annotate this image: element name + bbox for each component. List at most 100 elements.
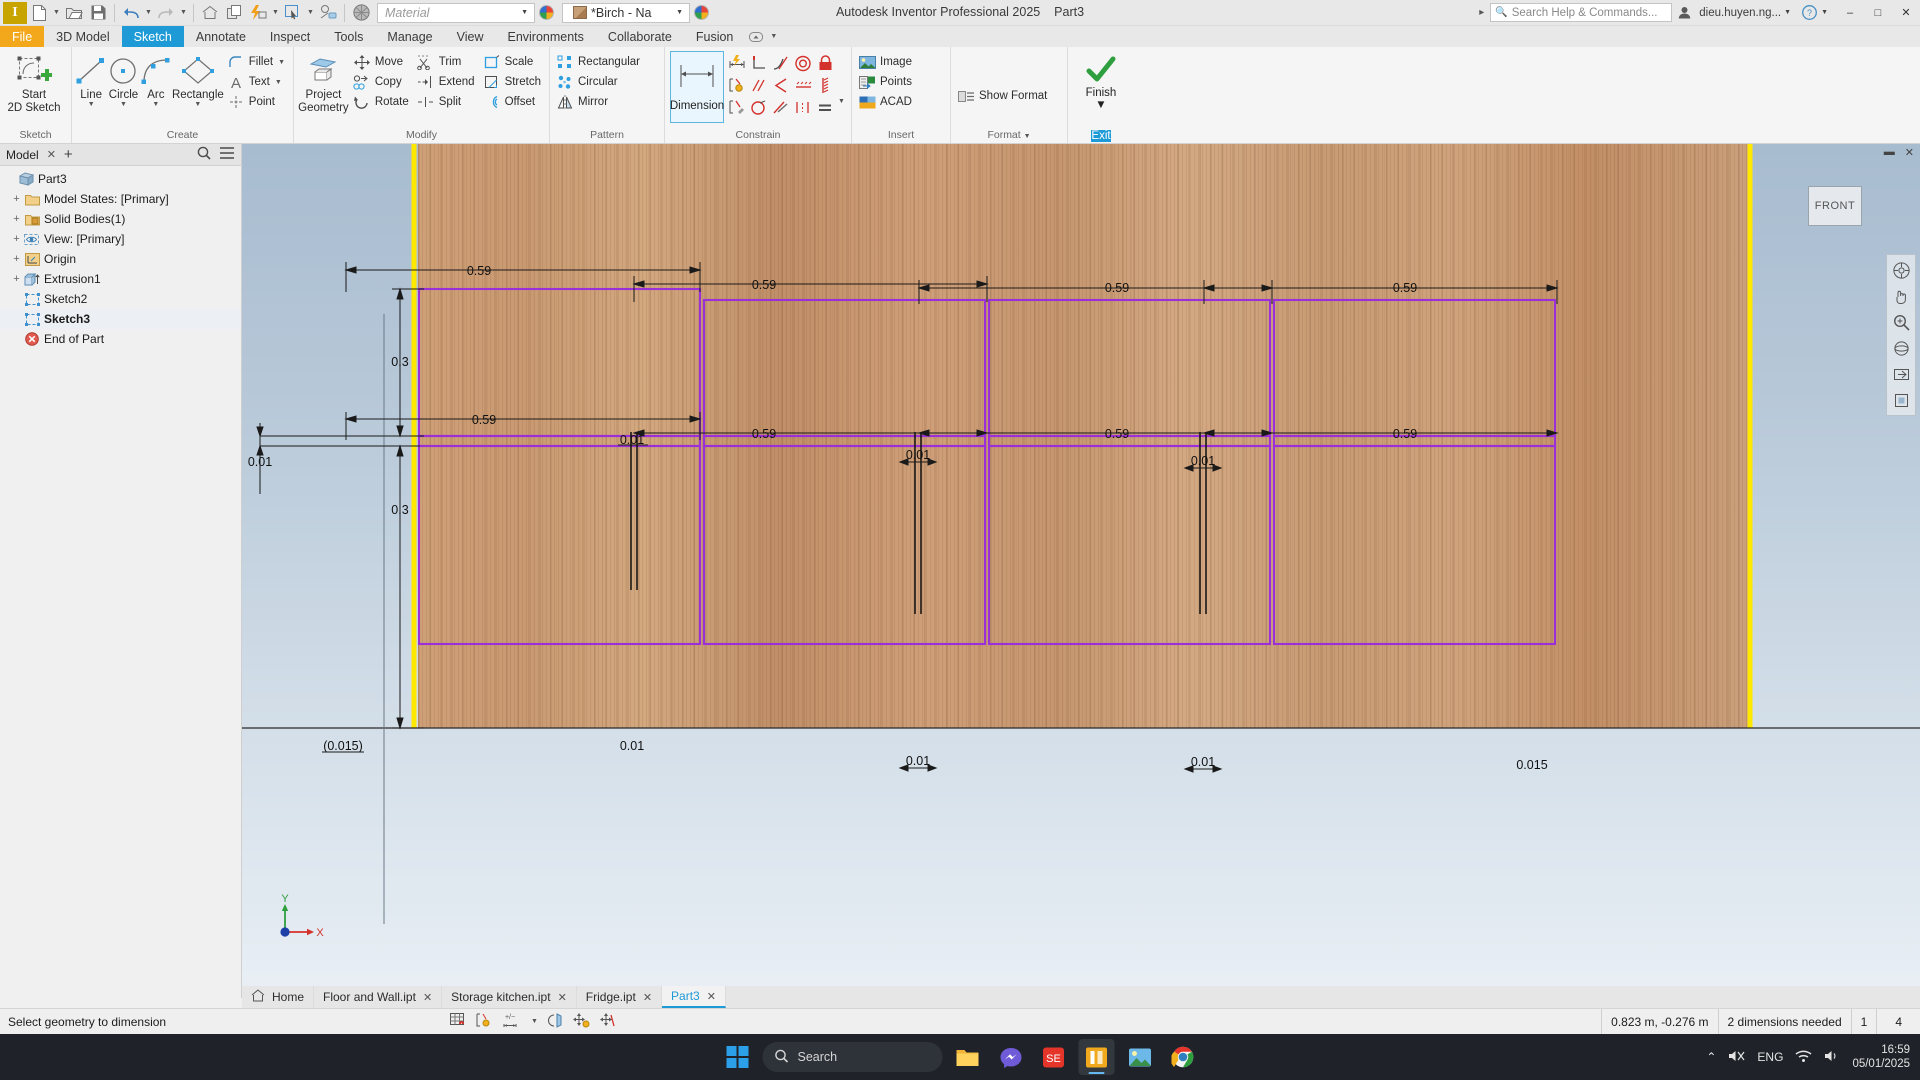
rotate-button[interactable]: Rotate xyxy=(350,92,414,112)
select-dropdown-icon[interactable]: ▼ xyxy=(305,1,316,25)
update-dropdown-icon[interactable]: ▼ xyxy=(270,1,281,25)
dimension-label-bottom-3[interactable]: 0.01 xyxy=(1191,755,1215,769)
user-avatar-icon[interactable] xyxy=(1672,1,1696,25)
ribbon-tab-inspect[interactable]: Inspect xyxy=(258,26,322,47)
hamburger-icon[interactable] xyxy=(220,147,234,162)
smooth-icon[interactable] xyxy=(770,96,792,118)
finish-dropdown-icon[interactable]: ▼ xyxy=(1095,99,1106,111)
chevron-down-icon[interactable]: ▼ xyxy=(531,1018,538,1025)
fix-icon[interactable] xyxy=(814,52,836,74)
messenger-icon[interactable] xyxy=(993,1039,1029,1075)
concentric-icon[interactable] xyxy=(792,52,814,74)
language-indicator[interactable]: ENG xyxy=(1757,1050,1783,1064)
show-constraints-icon[interactable] xyxy=(726,74,748,96)
auto-dimension-icon[interactable] xyxy=(726,52,748,74)
dimension-label-top-3[interactable]: 0.59 xyxy=(1105,281,1129,295)
chevron-up-icon[interactable]: ⌃ xyxy=(1706,1050,1716,1064)
vertical-icon[interactable] xyxy=(814,74,836,96)
chrome-icon[interactable] xyxy=(1165,1039,1201,1075)
close-icon[interactable]: ✕ xyxy=(643,991,652,1004)
doc-tab-floor-and-wall[interactable]: Floor and Wall.ipt ✕ xyxy=(314,986,443,1008)
material-dropdown[interactable]: Material ▼ xyxy=(377,2,535,23)
rectangle-button[interactable]: Rectangle ▼ xyxy=(172,50,224,109)
project-geometry-button[interactable]: Project Geometry xyxy=(297,50,350,114)
graphics-viewport[interactable]: ▬ ✕ FRONT 0.59 0.59 0.59 0.59 0.59 0.59 … xyxy=(242,144,1920,998)
help-dropdown-icon[interactable]: ▼ xyxy=(1821,9,1828,16)
text-dropdown-icon[interactable]: ▼ xyxy=(275,79,282,86)
ribbon-collapse-toggle[interactable]: ▼ xyxy=(745,26,781,47)
browser-tab-model[interactable]: Model xyxy=(6,148,39,162)
copy-button[interactable]: Copy xyxy=(350,72,414,92)
coincident-icon[interactable] xyxy=(770,74,792,96)
undo-dropdown-icon[interactable]: ▼ xyxy=(143,1,154,25)
trim-button[interactable]: Trim xyxy=(414,52,480,72)
move-button[interactable]: Move xyxy=(350,52,414,72)
stretch-button[interactable]: Stretch xyxy=(480,72,546,92)
split-button[interactable]: Split xyxy=(414,92,480,112)
tree-node-model-states[interactable]: + Model States: [Primary] xyxy=(0,189,241,209)
exit-sketch-button[interactable]: Exit xyxy=(1091,130,1111,142)
help-search-input[interactable]: 🔍 Search Help & Commands... xyxy=(1490,3,1673,22)
dimension-label-vertical-lower[interactable]: 0.3 xyxy=(391,503,408,517)
perpendicular-icon[interactable] xyxy=(748,52,770,74)
tree-node-extrusion1[interactable]: + Extrusion1 xyxy=(0,269,241,289)
slice-graphics-icon[interactable] xyxy=(547,1012,564,1031)
ribbon-tab-collaborate[interactable]: Collaborate xyxy=(596,26,684,47)
select-icon[interactable] xyxy=(281,1,305,25)
maximize-button[interactable]: □ xyxy=(1864,0,1892,26)
acad-button[interactable]: ACAD xyxy=(855,92,917,112)
start-2d-sketch-button[interactable]: Start 2D Sketch xyxy=(3,50,65,114)
close-button[interactable]: ✕ xyxy=(1892,0,1920,26)
dimension-label-mid-4[interactable]: 0.59 xyxy=(1393,427,1417,441)
close-icon[interactable]: ✕ xyxy=(423,991,432,1004)
undo-icon[interactable] xyxy=(119,1,143,25)
point-button[interactable]: Point xyxy=(224,92,290,112)
tree-expander-icon[interactable]: + xyxy=(10,253,23,265)
close-icon[interactable]: ✕ xyxy=(707,990,716,1003)
dimension-label-top-1[interactable]: 0.59 xyxy=(467,264,491,278)
inventor-icon[interactable] xyxy=(1078,1039,1115,1075)
tree-expander-icon[interactable]: + xyxy=(10,233,23,245)
appearance-sphere-icon[interactable] xyxy=(349,1,373,25)
open-file-icon[interactable] xyxy=(62,1,86,25)
dimension-label-mid-3[interactable]: 0.59 xyxy=(1105,427,1129,441)
circle-button[interactable]: Circle ▼ xyxy=(107,50,139,109)
arc-button[interactable]: Arc ▼ xyxy=(140,50,172,109)
material-color-wheel-icon[interactable] xyxy=(539,5,554,20)
user-name-label[interactable]: dieu.huyen.ng... xyxy=(1699,7,1781,19)
doc-tab-fridge[interactable]: Fridge.ipt ✕ xyxy=(577,986,663,1008)
scale-button[interactable]: Scale xyxy=(480,52,546,72)
tree-node-origin[interactable]: + Origin xyxy=(0,249,241,269)
constrain-dropdown-icon[interactable]: ▼ xyxy=(836,98,845,129)
measure-icon[interactable] xyxy=(316,1,340,25)
tree-node-solid-bodies[interactable]: + Solid Bodies(1) xyxy=(0,209,241,229)
minimize-button[interactable]: – xyxy=(1836,0,1864,26)
mute-icon[interactable] xyxy=(1728,1049,1745,1066)
extend-button[interactable]: Extend xyxy=(414,72,480,92)
line-button[interactable]: Line ▼ xyxy=(75,50,107,109)
tree-node-view[interactable]: + View: [Primary] xyxy=(0,229,241,249)
dimension-label-vertical-upper[interactable]: 0.3 xyxy=(391,355,408,369)
horizontal-icon[interactable] xyxy=(792,74,814,96)
auto-project-icon[interactable] xyxy=(572,1012,590,1031)
tree-node-sketch2[interactable]: Sketch2 xyxy=(0,289,241,309)
dimension-label-bottom-2[interactable]: 0.01 xyxy=(906,754,930,768)
fillet-button[interactable]: Fillet ▼ xyxy=(224,52,290,72)
dimension-label-top-4[interactable]: 0.59 xyxy=(1393,281,1417,295)
close-icon[interactable]: ✕ xyxy=(558,991,567,1004)
format-dropdown-icon[interactable]: ▼ xyxy=(1024,133,1031,140)
redo-dropdown-icon[interactable]: ▼ xyxy=(178,1,189,25)
appearance-color-wheel-icon[interactable] xyxy=(694,5,709,20)
new-file-icon[interactable] xyxy=(27,1,51,25)
finish-sketch-button[interactable]: Finish ▼ xyxy=(1072,50,1130,111)
dimension-label-bottom-left-ref[interactable]: (0.015) xyxy=(323,739,363,753)
viewport-minimize-icon[interactable]: ▬ xyxy=(1884,146,1895,159)
ribbon-tab-file[interactable]: File xyxy=(0,26,45,47)
dimension-label-bottom-1[interactable]: 0.01 xyxy=(620,739,644,753)
viewport-close-icon[interactable]: ✕ xyxy=(1905,146,1914,159)
update-icon[interactable] xyxy=(246,1,270,25)
dimension-label-gap-1[interactable]: 0.01 xyxy=(620,433,644,447)
ribbon-tab-view[interactable]: View xyxy=(445,26,496,47)
offset-button[interactable]: Offset xyxy=(480,92,546,112)
save-icon[interactable] xyxy=(86,1,110,25)
